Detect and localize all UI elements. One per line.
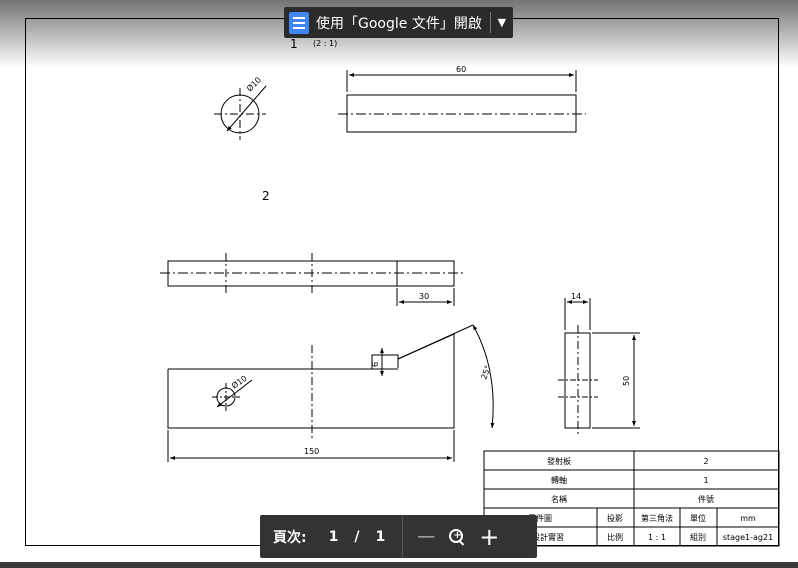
svg-text:比例: 比例 bbox=[607, 532, 623, 542]
total-pages: 1 bbox=[375, 528, 386, 545]
current-page-input[interactable]: 1 bbox=[329, 529, 339, 545]
dim-hole-diameter: Ø10 bbox=[229, 373, 248, 391]
svg-text:1: 1 bbox=[703, 476, 708, 485]
bottom-strip bbox=[0, 562, 798, 568]
svg-text:第三角法: 第三角法 bbox=[641, 513, 673, 523]
page-navigation-bar: 頁次: 1 / 1 — + + bbox=[260, 515, 537, 558]
zoom-in-button[interactable]: + bbox=[479, 523, 499, 551]
svg-text:發射板: 發射板 bbox=[547, 456, 571, 466]
magnifier-icon: + bbox=[449, 528, 465, 546]
dim-pin-length: 60 bbox=[456, 65, 466, 74]
dim-height-50: 50 bbox=[622, 376, 631, 386]
plate-front-view bbox=[167, 333, 455, 429]
dim-step-6: 6 bbox=[371, 362, 380, 367]
page-separator: / bbox=[354, 528, 360, 545]
svg-text:轉軸: 轉軸 bbox=[551, 475, 567, 485]
title-block-text: 發射板 2 轉軸 1 名稱 件號 零件圖 投影 第三角法 單位 mm 產品設計實… bbox=[516, 456, 773, 542]
svg-text:stage1-ag21: stage1-ag21 bbox=[723, 533, 773, 542]
dim-pin-diameter: Ø10 bbox=[244, 75, 263, 94]
technical-drawing: 1 (2 : 1) 2 Ø10 60 30 14 6 Ø10 25° 50 15… bbox=[160, 37, 780, 547]
svg-text:2: 2 bbox=[703, 457, 708, 466]
open-with-label: 使用「Google 文件」開啟 bbox=[316, 15, 482, 32]
dim-thickness-14: 14 bbox=[571, 292, 581, 301]
svg-text:投影: 投影 bbox=[607, 513, 623, 523]
svg-text:組別: 組別 bbox=[690, 532, 706, 542]
dim-slot-30: 30 bbox=[419, 292, 429, 301]
view2-number: 2 bbox=[262, 189, 270, 203]
svg-text:mm: mm bbox=[740, 514, 756, 523]
zoom-out-button[interactable]: — bbox=[417, 526, 435, 547]
svg-text:單位: 單位 bbox=[690, 513, 706, 523]
view1-number: 1 bbox=[290, 37, 298, 51]
svg-text:名稱: 名稱 bbox=[551, 494, 567, 504]
dim-length-150: 150 bbox=[304, 447, 319, 456]
pager-divider bbox=[402, 515, 404, 558]
open-with-google-docs-button[interactable]: 使用「Google 文件」開啟 ▼ bbox=[284, 7, 513, 38]
view1-scale: (2 : 1) bbox=[313, 39, 337, 48]
google-docs-icon bbox=[289, 11, 309, 34]
svg-text:件號: 件號 bbox=[698, 494, 714, 504]
caret-down-icon[interactable]: ▼ bbox=[491, 16, 513, 29]
svg-text:1 : 1: 1 : 1 bbox=[648, 533, 666, 542]
page-label: 頁次: bbox=[273, 529, 307, 546]
